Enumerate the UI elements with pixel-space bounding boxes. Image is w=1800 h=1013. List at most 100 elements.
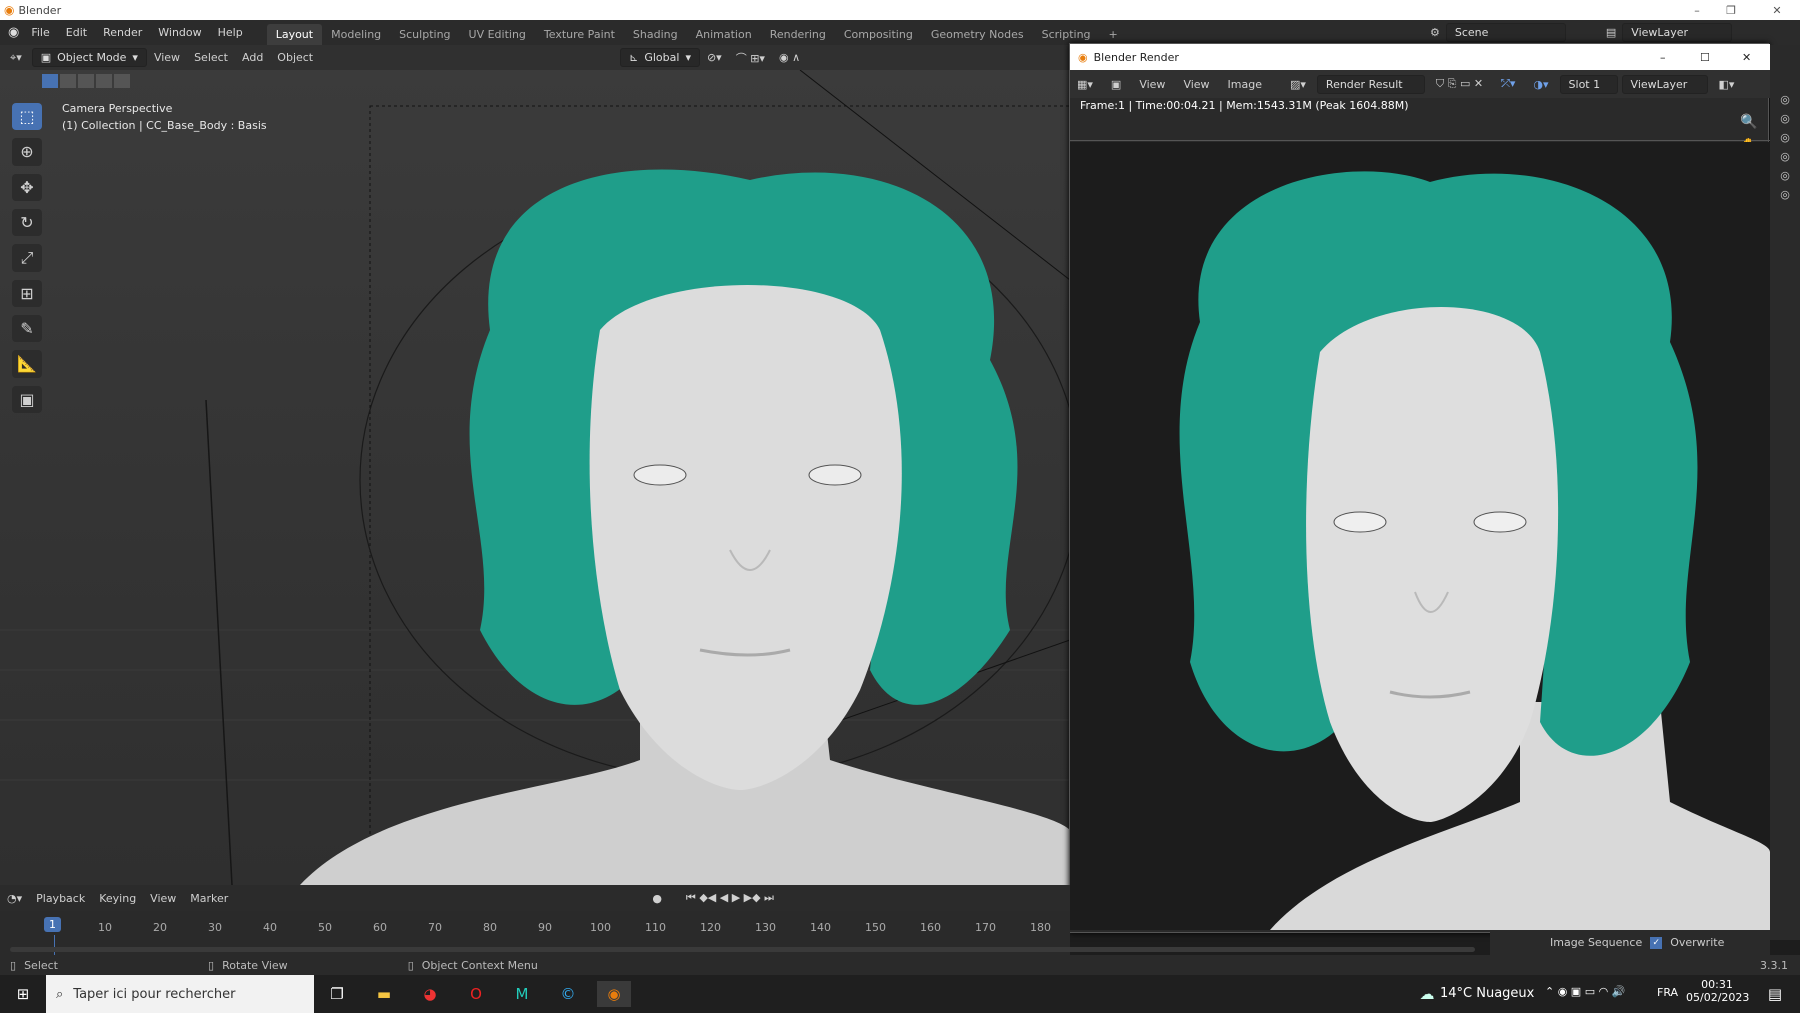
frame-tick: 90 bbox=[538, 921, 552, 934]
image-actions-icon[interactable]: ⛉ ⎘ ▭ ✕ bbox=[1429, 77, 1490, 91]
tab-texture-paint[interactable]: Texture Paint bbox=[535, 24, 624, 45]
render-maximize-button[interactable]: ☐ bbox=[1700, 51, 1710, 64]
opera-icon[interactable]: O bbox=[459, 981, 493, 1007]
tab-rendering[interactable]: Rendering bbox=[761, 24, 835, 45]
tab-geometry-nodes[interactable]: Geometry Nodes bbox=[922, 24, 1033, 45]
weather-icon[interactable]: ☁ bbox=[1410, 981, 1444, 1007]
scene-field[interactable]: Scene bbox=[1445, 23, 1566, 42]
camera-icon[interactable]: ◎ bbox=[1780, 169, 1790, 182]
timeline-menu-playback[interactable]: Playback bbox=[29, 892, 92, 905]
render-minimize-button[interactable]: – bbox=[1660, 51, 1666, 64]
render-close-button[interactable]: ✕ bbox=[1742, 51, 1751, 64]
frame-tick: 20 bbox=[153, 921, 167, 934]
gizmo-icon[interactable]: ⤱▾ bbox=[1494, 77, 1522, 91]
file-explorer-icon[interactable]: ▬ bbox=[367, 981, 401, 1007]
editor-type-icon[interactable]: ▦▾ bbox=[1070, 78, 1100, 91]
viewport-menu-object[interactable]: Object bbox=[270, 51, 320, 64]
clock[interactable]: 00:31 05/02/2023 bbox=[1686, 978, 1749, 1004]
menu-edit[interactable]: Edit bbox=[58, 26, 95, 39]
overlay-icon[interactable]: ◑▾ bbox=[1526, 78, 1555, 91]
image-browse-icon[interactable]: ▨▾ bbox=[1283, 78, 1313, 91]
timeline-menu-view[interactable]: View bbox=[143, 892, 183, 905]
menu-file[interactable]: File bbox=[23, 26, 57, 39]
zoom-icon[interactable]: 🔍 bbox=[1740, 114, 1757, 130]
tray-icons[interactable]: ⌃ ◉ ▣ ▭ ◠ 🔊 bbox=[1545, 985, 1625, 998]
transform-tool-icon[interactable]: ⊞ bbox=[12, 279, 42, 307]
notification-icon[interactable]: ▤ bbox=[1758, 981, 1792, 1007]
annotate-tool-icon[interactable]: ✎ bbox=[12, 314, 42, 343]
tab-scripting[interactable]: Scripting bbox=[1033, 24, 1100, 45]
tab-modeling[interactable]: Modeling bbox=[322, 24, 390, 45]
language-indicator[interactable]: FRA bbox=[1657, 986, 1678, 999]
cursor-tool-icon[interactable]: ⊕ bbox=[12, 138, 42, 166]
timeline-editor-icon[interactable]: ◔▾ bbox=[0, 892, 29, 905]
image-view-icon[interactable]: ▣ bbox=[1104, 78, 1128, 91]
viewlayer-field[interactable]: ViewLayer bbox=[1622, 23, 1733, 42]
menu-help[interactable]: Help bbox=[210, 26, 251, 39]
app-c-icon[interactable]: © bbox=[551, 981, 585, 1007]
close-button[interactable]: ✕ bbox=[1760, 0, 1794, 20]
frame-tick: 100 bbox=[590, 921, 611, 934]
tab-uv-editing[interactable]: UV Editing bbox=[460, 24, 535, 45]
frame-tick: 140 bbox=[810, 921, 831, 934]
render-menu-view[interactable]: View bbox=[1176, 78, 1216, 91]
render-result-field[interactable]: Render Result bbox=[1316, 74, 1425, 94]
minimize-button[interactable]: – bbox=[1680, 0, 1714, 20]
camera-icon[interactable]: ◎ bbox=[1780, 150, 1790, 163]
add-workspace-button[interactable]: + bbox=[1100, 24, 1127, 45]
record-icon[interactable]: ● bbox=[645, 892, 669, 905]
select-box-tool-icon[interactable]: ⬚ bbox=[12, 103, 42, 131]
camera-icon[interactable]: ◎ bbox=[1780, 131, 1790, 144]
snap-icon[interactable]: ⌒ ⊞▾ bbox=[729, 50, 772, 66]
windows-start-icon[interactable]: ⊞ bbox=[6, 981, 40, 1007]
render-menu-image[interactable]: Image bbox=[1221, 78, 1269, 91]
pivot-icon[interactable]: ⊘▾ bbox=[700, 51, 729, 64]
timeline-menu-keying[interactable]: Keying bbox=[92, 892, 143, 905]
camera-icon[interactable]: ◎ bbox=[1780, 188, 1790, 201]
mode-dropdown[interactable]: ▣ Object Mode ▾ bbox=[31, 48, 147, 67]
move-tool-icon[interactable]: ✥ bbox=[12, 173, 42, 201]
proportional-edit-icon[interactable]: ◉ ∧ bbox=[772, 51, 807, 64]
overwrite-checkbox[interactable]: ✓ bbox=[1650, 936, 1663, 949]
rotate-tool-icon[interactable]: ↻ bbox=[12, 208, 42, 237]
rendered-image[interactable] bbox=[1070, 142, 1770, 930]
menu-window[interactable]: Window bbox=[150, 26, 209, 39]
character-model[interactable] bbox=[300, 169, 1070, 885]
viewport-menu-add[interactable]: Add bbox=[235, 51, 270, 64]
camera-icon[interactable]: ◎ bbox=[1780, 93, 1790, 106]
app-m-icon[interactable]: M bbox=[505, 981, 539, 1007]
measure-tool-icon[interactable]: 📐 bbox=[12, 350, 42, 378]
task-view-icon[interactable]: ❐ bbox=[320, 981, 354, 1007]
restore-button[interactable]: ❐ bbox=[1714, 0, 1748, 20]
tab-shading[interactable]: Shading bbox=[624, 24, 687, 45]
current-frame-indicator[interactable]: 1 bbox=[44, 917, 61, 932]
display-channels-icon[interactable]: ◧▾ bbox=[1712, 78, 1742, 91]
blender-taskbar-icon[interactable]: ◉ bbox=[597, 981, 631, 1007]
viewport-menu-select[interactable]: Select bbox=[187, 51, 235, 64]
top-menubar: ◉ File Edit Render Window Help Layout Mo… bbox=[0, 20, 1800, 45]
slot-dropdown[interactable]: Slot 1 bbox=[1559, 74, 1618, 94]
tab-animation[interactable]: Animation bbox=[687, 24, 761, 45]
viewport-menu-view[interactable]: View bbox=[147, 51, 187, 64]
render-viewlayer-dropdown[interactable]: ViewLayer bbox=[1621, 74, 1708, 94]
render-info-text: Frame:1 | Time:00:04.21 | Mem:1543.31M (… bbox=[1080, 99, 1409, 112]
taskbar-search[interactable]: ⌕ Taper ici pour rechercher bbox=[46, 975, 314, 1013]
tab-compositing[interactable]: Compositing bbox=[835, 24, 922, 45]
menu-render[interactable]: Render bbox=[95, 26, 150, 39]
add-cube-tool-icon[interactable]: ▣ bbox=[12, 385, 42, 413]
tab-layout[interactable]: Layout bbox=[266, 24, 323, 45]
orientation-dropdown[interactable]: ⊾ Global ▾ bbox=[620, 48, 700, 67]
status-select: Select bbox=[24, 958, 58, 972]
editor-type-icon[interactable]: ⌖▾ bbox=[10, 51, 22, 65]
blender-menu-icon[interactable]: ◉ bbox=[8, 25, 19, 40]
tab-sculpting[interactable]: Sculpting bbox=[390, 24, 459, 45]
chrome-icon[interactable]: ◕ bbox=[413, 981, 447, 1007]
3d-viewport[interactable]: Camera Perspective (1) Collection | CC_B… bbox=[0, 70, 1070, 885]
playback-controls[interactable]: ⏮ ◆◀ ◀ ▶ ▶◆ ⏭ bbox=[679, 891, 781, 905]
weather-text[interactable]: 14°C Nuageux bbox=[1440, 986, 1534, 1001]
scale-tool-icon[interactable]: ⤢ bbox=[12, 244, 42, 272]
camera-icon[interactable]: ◎ bbox=[1780, 112, 1790, 125]
render-menu-view-mode[interactable]: View bbox=[1132, 78, 1172, 91]
timeline-scrollbar[interactable] bbox=[10, 947, 1475, 952]
timeline-menu-marker[interactable]: Marker bbox=[183, 892, 235, 905]
